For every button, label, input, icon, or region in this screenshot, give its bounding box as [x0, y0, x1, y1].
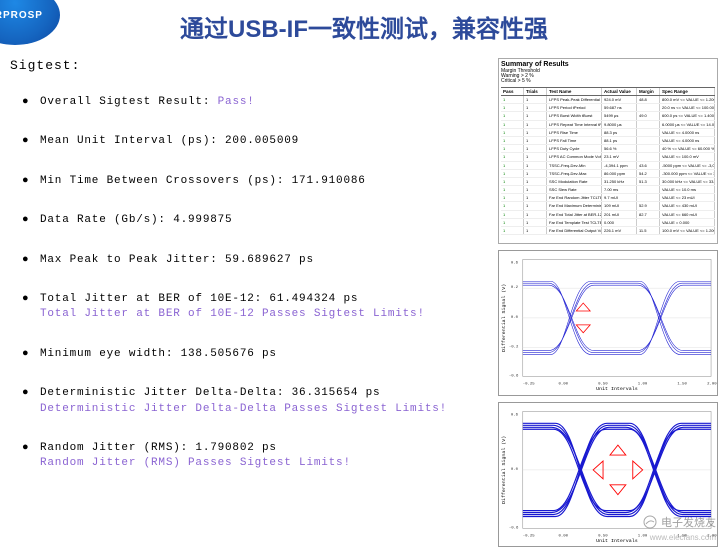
svg-text:0.00: 0.00	[558, 382, 568, 386]
svg-text:0.50: 0.50	[598, 534, 608, 538]
table-row: 11SSC Slew Rate7.00 msVALUE <= 10.0 ms	[501, 186, 715, 194]
random-jitter: Random Jitter (RMS): 1.790802 ps Random …	[40, 441, 480, 472]
total-jitter: Total Jitter at BER of 10E-12: 61.494324…	[40, 292, 480, 323]
svg-text:0.00: 0.00	[558, 534, 568, 538]
svg-text:Differential Signal (V): Differential Signal (V)	[501, 436, 507, 504]
svg-text:-0.25: -0.25	[523, 534, 535, 538]
watermark-icon	[643, 515, 657, 529]
svg-text:0.0: 0.0	[511, 316, 519, 320]
svg-text:-0.2: -0.2	[509, 346, 519, 350]
svg-text:2.00: 2.00	[707, 382, 717, 386]
svg-text:0.6: 0.6	[511, 413, 519, 417]
svg-text:0.6: 0.6	[511, 261, 519, 265]
min-time-crossovers: Min Time Between Crossovers (ps): 171.91…	[40, 174, 480, 189]
summary-table: Summary of Results Margin Threshold Warn…	[498, 58, 718, 244]
svg-text:0.0: 0.0	[511, 468, 519, 472]
table-row: 11LFPS Duty Cycle56.6 %40 % <= VALUE <= …	[501, 145, 715, 153]
svg-text:-0.25: -0.25	[523, 382, 535, 386]
header: 通过USB-IF一致性测试，兼容性强	[0, 0, 728, 52]
summary-rows: Pass Trials Test Name Actual Value Margi…	[501, 87, 715, 235]
right-panel: Summary of Results Margin Threshold Warn…	[498, 58, 718, 536]
table-row: 11Far End Total Jitter at BER-12 TCLTE O…	[501, 211, 715, 219]
sigtest-list: Overall Sigtest Result: Pass! Mean Unit …	[10, 95, 480, 472]
table-row: 11Far End Maximum Deterministic Jitter T…	[501, 202, 715, 210]
svg-text:1.00: 1.00	[638, 382, 648, 386]
watermark: 电子发烧友	[643, 514, 716, 530]
eye-diagram-1: Unit Intervals Differential Signal (V) -…	[498, 250, 718, 396]
table-row: 11LFPS Peak-Peak Differential Output Vol…	[501, 96, 715, 104]
svg-text:Unit Intervals: Unit Intervals	[596, 386, 638, 392]
table-row: 11LFPS AC Common Mode Voltage23.1 mVVALU…	[501, 153, 715, 161]
table-row: 11Far End Template Test TCLTE Off0.000VA…	[501, 219, 715, 227]
svg-text:-0.6: -0.6	[509, 526, 519, 530]
max-pp-jitter: Max Peak to Peak Jitter: 59.689627 ps	[40, 253, 480, 268]
table-row: 11LFPS Repeat Time Interval tRepeat9.800…	[501, 121, 715, 129]
table-row: 11LFPS Rise Time88.3 psVALUE <= 4.0000 n…	[501, 129, 715, 137]
mean-unit-interval: Mean Unit Interval (ps): 200.005009	[40, 134, 480, 149]
svg-text:0.2: 0.2	[511, 286, 519, 290]
svg-text:Unit Intervals: Unit Intervals	[596, 538, 638, 544]
watermark-url: www.elecfans.com	[650, 533, 716, 542]
table-row: 11Far End Random Jitter TCLTE Off9.7 mUI…	[501, 194, 715, 202]
svg-text:1.50: 1.50	[677, 382, 687, 386]
sigtest-heading: Sigtest:	[10, 58, 480, 73]
deterministic-jitter: Deterministic Jitter Delta-Delta: 36.315…	[40, 386, 480, 417]
page-title: 通过USB-IF一致性测试，兼容性强	[180, 9, 548, 44]
table-row: 11LFPS Fall Time88.1 psVALUE <= 4.0000 n…	[501, 137, 715, 145]
table-row: 11Far End Differential Output Voltage TC…	[501, 227, 715, 235]
table-row: 11SSC Modulation Rate31.250 kHz51.330.00…	[501, 178, 715, 186]
eye-plot-1: Unit Intervals Differential Signal (V) -…	[499, 251, 717, 395]
summary-header-row: Pass Trials Test Name Actual Value Margi…	[501, 88, 715, 96]
svg-text:0.50: 0.50	[598, 382, 608, 386]
summary-title: Summary of Results	[501, 61, 715, 68]
min-eye-width: Minimum eye width: 138.505676 ps	[40, 347, 480, 362]
sigtest-section: Sigtest: Overall Sigtest Result: Pass! M…	[10, 58, 480, 496]
overall-result: Overall Sigtest Result: Pass!	[40, 95, 480, 110]
table-row: 11LFPS Burst Width tBurst5499 µs49.0600.…	[501, 112, 715, 120]
data-rate: Data Rate (Gb/s): 4.999875	[40, 213, 480, 228]
table-row: 11LFPS Period tPeriod59.687 ns20.0 ns <=…	[501, 104, 715, 112]
svg-text:-0.6: -0.6	[509, 374, 519, 378]
svg-text:1.00: 1.00	[638, 534, 648, 538]
svg-text:Differential Signal (V): Differential Signal (V)	[501, 284, 507, 352]
table-row: 11TSSC-Freq-Dev-Max86.000 ppm54.2-300.00…	[501, 170, 715, 178]
table-row: 11TSSC-Freq-Dev-Min-4,394.1 ppm43.6-5000…	[501, 162, 715, 170]
